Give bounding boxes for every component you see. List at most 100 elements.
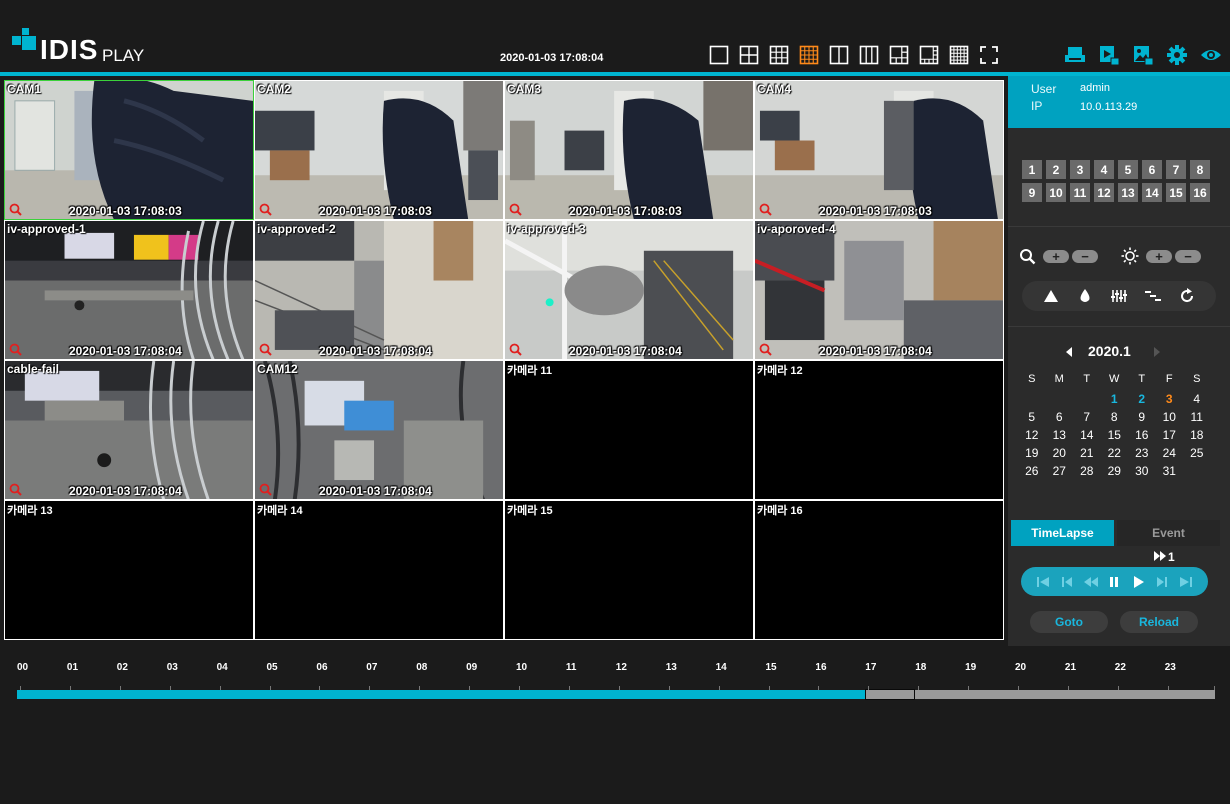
refresh-button[interactable]: [1179, 288, 1195, 304]
camera-button-14[interactable]: 14: [1142, 183, 1162, 202]
pause-button[interactable]: [1107, 575, 1121, 589]
calendar-day[interactable]: 22: [1101, 444, 1129, 462]
calendar-day[interactable]: 29: [1101, 462, 1129, 480]
camera-button-13[interactable]: 13: [1118, 183, 1138, 202]
calendar-day[interactable]: 21: [1073, 444, 1101, 462]
camera-tile[interactable]: 카메라 16: [754, 500, 1004, 640]
calendar-day[interactable]: 20: [1046, 444, 1074, 462]
zoom-search-icon[interactable]: [9, 343, 22, 356]
equalizer-button[interactable]: [1111, 288, 1127, 304]
calendar-day[interactable]: 24: [1156, 444, 1184, 462]
layout-1x1-button[interactable]: [709, 45, 729, 65]
calendar-day[interactable]: 16: [1128, 426, 1156, 444]
calendar-day[interactable]: 11: [1183, 408, 1211, 426]
zoom-search-icon[interactable]: [759, 343, 772, 356]
zoom-search-icon[interactable]: [759, 203, 772, 216]
calendar-day[interactable]: 25: [1183, 444, 1211, 462]
goto-button[interactable]: Goto: [1030, 611, 1108, 633]
skip-first-button[interactable]: [1036, 575, 1050, 589]
camera-tile[interactable]: CAM2 2020-01-03 17:08:03: [254, 80, 504, 220]
calendar-day[interactable]: 4: [1183, 390, 1211, 408]
layout-3x3-button[interactable]: [769, 45, 789, 65]
timeline-cursor[interactable]: [865, 689, 916, 700]
calendar-day[interactable]: 15: [1101, 426, 1129, 444]
calendar-day[interactable]: 19: [1018, 444, 1046, 462]
camera-tile[interactable]: cable-fail 2020-01-03 17:08:04: [4, 360, 254, 500]
calendar-day[interactable]: 18: [1183, 426, 1211, 444]
calendar-day[interactable]: 7: [1073, 408, 1101, 426]
export-video-button[interactable]: [1098, 44, 1120, 66]
calendar-day[interactable]: 28: [1073, 462, 1101, 480]
tab-event[interactable]: Event: [1117, 520, 1220, 546]
deinterlace-button[interactable]: [1145, 288, 1161, 304]
camera-button-12[interactable]: 12: [1094, 183, 1114, 202]
settings-gear-button[interactable]: [1166, 44, 1188, 66]
layout-1plus1-button[interactable]: [829, 45, 849, 65]
sharpen-triangle-button[interactable]: [1043, 288, 1059, 304]
calendar-day[interactable]: 27: [1046, 462, 1074, 480]
camera-tile[interactable]: 카메라 13: [4, 500, 254, 640]
camera-button-5[interactable]: 5: [1118, 160, 1138, 179]
brightness-down-button[interactable]: −: [1175, 250, 1201, 263]
timeline-track[interactable]: [17, 689, 1215, 700]
calendar-day[interactable]: 31: [1156, 462, 1184, 480]
zoom-search-icon[interactable]: [509, 203, 522, 216]
zoom-out-button[interactable]: −: [1072, 250, 1098, 263]
calendar-day[interactable]: 5: [1018, 408, 1046, 426]
zoom-in-button[interactable]: +: [1043, 250, 1069, 263]
zoom-search-icon[interactable]: [259, 203, 272, 216]
camera-tile[interactable]: iv-approved-1 2020-01-03 17:08:04: [4, 220, 254, 360]
fullscreen-button[interactable]: [979, 45, 999, 65]
layout-1plus3-button[interactable]: [859, 45, 879, 65]
camera-button-9[interactable]: 9: [1022, 183, 1042, 202]
camera-button-6[interactable]: 6: [1142, 160, 1162, 179]
camera-button-16[interactable]: 16: [1190, 183, 1210, 202]
camera-tile[interactable]: iv-approved-3 2020-01-03 17:08:04: [504, 220, 754, 360]
camera-button-4[interactable]: 4: [1094, 160, 1114, 179]
zoom-search-icon[interactable]: [9, 203, 22, 216]
camera-button-2[interactable]: 2: [1046, 160, 1066, 179]
zoom-search-icon[interactable]: [509, 343, 522, 356]
layout-5x5-button[interactable]: [949, 45, 969, 65]
camera-button-1[interactable]: 1: [1022, 160, 1042, 179]
calendar-day[interactable]: 6: [1046, 408, 1074, 426]
calendar-day[interactable]: 10: [1156, 408, 1184, 426]
layout-1plus7-button[interactable]: [919, 45, 939, 65]
calendar-day[interactable]: 26: [1018, 462, 1046, 480]
camera-button-8[interactable]: 8: [1190, 160, 1210, 179]
calendar-day[interactable]: 9: [1128, 408, 1156, 426]
zoom-search-icon[interactable]: [259, 343, 272, 356]
export-image-button[interactable]: [1132, 44, 1154, 66]
camera-tile[interactable]: CAM12 2020-01-03 17:08:04: [254, 360, 504, 500]
camera-button-10[interactable]: 10: [1046, 183, 1066, 202]
camera-button-15[interactable]: 15: [1166, 183, 1186, 202]
calendar-day[interactable]: 2: [1128, 390, 1156, 408]
zoom-search-icon[interactable]: [9, 483, 22, 496]
step-back-button[interactable]: [1060, 575, 1074, 589]
calendar-day[interactable]: 3: [1156, 390, 1184, 408]
camera-button-11[interactable]: 11: [1070, 183, 1090, 202]
calendar-day[interactable]: 30: [1128, 462, 1156, 480]
step-forward-button[interactable]: [1155, 575, 1169, 589]
calendar-day[interactable]: 8: [1101, 408, 1129, 426]
camera-tile[interactable]: CAM4 2020-01-03 17:08:03: [754, 80, 1004, 220]
color-drop-button[interactable]: [1077, 288, 1093, 304]
camera-tile[interactable]: 카메라 15: [504, 500, 754, 640]
layout-1plus5-button[interactable]: [889, 45, 909, 65]
calendar-day[interactable]: 23: [1128, 444, 1156, 462]
calendar-day[interactable]: 13: [1046, 426, 1074, 444]
camera-button-7[interactable]: 7: [1166, 160, 1186, 179]
rewind-button[interactable]: [1083, 575, 1098, 589]
print-button[interactable]: [1064, 44, 1086, 66]
camera-tile[interactable]: 카메라 12: [754, 360, 1004, 500]
layout-2x2-button[interactable]: [739, 45, 759, 65]
camera-tile[interactable]: 카메라 11: [504, 360, 754, 500]
calendar-prev-icon[interactable]: [1064, 346, 1074, 358]
layout-4x4-button[interactable]: [799, 45, 819, 65]
tab-timelapse[interactable]: TimeLapse: [1011, 520, 1114, 546]
view-eye-button[interactable]: [1200, 44, 1222, 66]
brightness-up-button[interactable]: +: [1146, 250, 1172, 263]
play-button[interactable]: [1131, 575, 1145, 589]
calendar-day[interactable]: 12: [1018, 426, 1046, 444]
skip-last-button[interactable]: [1179, 575, 1193, 589]
